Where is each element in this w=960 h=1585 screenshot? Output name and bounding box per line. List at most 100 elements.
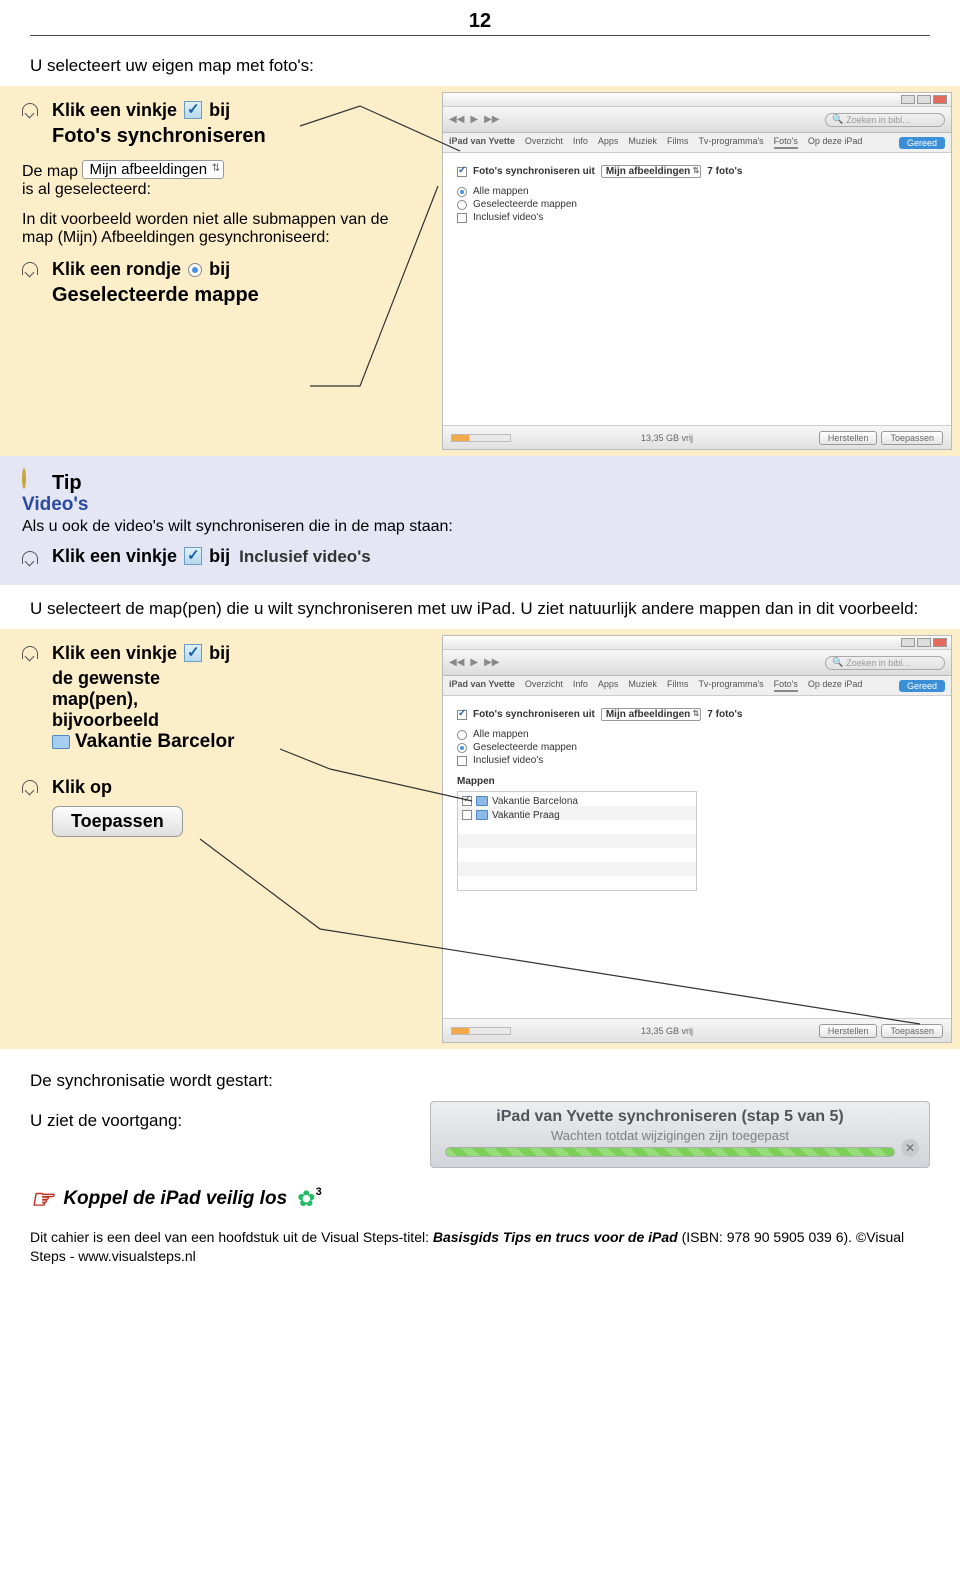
restore-button: Herstellen [819,1024,878,1038]
instr1-part-a: Klik een vinkje [52,100,177,120]
capacity-bar [451,434,511,442]
tab-fotos: Foto's [774,136,798,149]
ready-button: Gereed [899,680,945,692]
folder-name: Vakantie Barcelona [492,796,578,807]
instr2-part-b: bij [209,259,230,279]
opt-sel: Geselecteerde mappen [473,742,577,753]
folder-check [462,796,472,806]
folder-check [462,810,472,820]
section-mappen: Mappen [457,776,937,787]
device-name: iPad van Yvette [449,679,515,692]
radio-icon [188,263,202,277]
tab-info: Info [573,679,588,692]
mouse-click-icon [22,103,44,117]
radio-all-folders [457,187,467,197]
instruction-block-2: Klik een vinkje bij de gewenste map(pen)… [0,629,960,1049]
mouse-click-icon [22,262,44,276]
tab-films: Films [667,136,689,149]
window-min-button [901,95,915,104]
mouse-click-icon [22,646,44,660]
apply-button-inline: Toepassen [52,806,183,837]
apply-button: Toepassen [881,431,943,445]
tab-fotos: Foto's [774,679,798,692]
b2-line3: map(pen), [52,689,422,710]
sync-progress-panel: iPad van Yvette synchroniseren (stap 5 v… [430,1101,930,1168]
after-block2-text: De synchronisatie wordt gestart: [30,1071,930,1091]
b2-line1b: bij [209,643,230,663]
sync-source-dropdown: Mijn afbeeldingen [601,165,701,178]
sync-photos-checkbox [457,710,467,720]
folder-list: Vakantie Barcelona Vakantie Praag [457,791,697,891]
mid-paragraph: U selecteert de map(pen) die u wilt sync… [30,599,930,619]
tab-apps: Apps [598,679,619,692]
mouse-click-icon [22,551,44,565]
tip-instr-label: Inclusief video's [239,547,371,566]
final-instruction-row: ☞ Koppel de iPad veilig los ✿3 [30,1186,930,1212]
page-number: 12 [30,0,930,36]
sync-source-dropdown: Mijn afbeeldingen [601,708,701,721]
b2-line4: bijvoorbeeld [52,710,422,731]
tab-overzicht: Overzicht [525,679,563,692]
free-space: 13,35 GB vrij [519,433,815,443]
window-close-button [933,638,947,647]
progress-cancel-icon: ✕ [901,1139,919,1157]
playback-controls: ◀◀▶▶▶ [449,114,499,125]
footer-title: Basisgids Tips en trucs voor de iPad [433,1229,678,1245]
progress-left-text: U ziet de voortgang: [30,1101,430,1168]
radio-all-folders [457,730,467,740]
radio-selected-folders [457,743,467,753]
progress-row: U ziet de voortgang: iPad van Yvette syn… [30,1101,930,1168]
tab-films: Films [667,679,689,692]
checkbox-icon [184,547,202,565]
itunes-screenshot-2: ◀◀▶▶▶ 🔍Zoeken in bibl... iPad van Yvette… [442,635,952,1043]
tab-op-deze-ipad: Op deze iPad [808,679,863,692]
folder-icon [52,735,70,749]
tab-overzicht: Overzicht [525,136,563,149]
text-de-map: De map [22,163,78,180]
sync-photos-checkbox [457,167,467,177]
window-close-button [933,95,947,104]
window-max-button [917,638,931,647]
tab-tv: Tv-programma's [698,136,763,149]
mouse-click-icon [22,780,44,794]
b2-klik-op: Klik op [52,777,112,798]
footnote-ref: ✿3 [297,1186,322,1212]
dropdown-mijn-afbeeldingen: Mijn afbeeldingen [82,160,224,179]
tab-muziek: Muziek [628,136,657,149]
sync-label: Foto's synchroniseren uit [473,166,595,177]
window-titlebar [443,93,951,107]
playback-controls: ◀◀▶▶▶ [449,657,499,668]
pointing-hand-icon: ☞ [30,1186,53,1212]
tab-tv: Tv-programma's [698,679,763,692]
free-space: 13,35 GB vrij [519,1026,815,1036]
photo-count: 7 foto's [707,166,742,177]
sync-label: Foto's synchroniseren uit [473,709,595,720]
b2-line2: de gewenste [52,668,422,689]
opt-all: Alle mappen [473,186,529,197]
search-field: 🔍Zoeken in bibl... [825,656,945,670]
instr1-part-b: bij [209,100,230,120]
chk-include-videos [457,756,467,766]
tab-apps: Apps [598,136,619,149]
opt-all: Alle mappen [473,729,529,740]
folder-icon [476,810,488,820]
page-footer: Dit cahier is een deel van een hoofdstuk… [30,1228,930,1266]
window-min-button [901,638,915,647]
capacity-bar [451,1027,511,1035]
device-name: iPad van Yvette [449,136,515,149]
tip-body: Als u ook de video's wilt synchroniseren… [22,518,938,536]
apply-button: Toepassen [881,1024,943,1038]
opt-sel: Geselecteerde mappen [473,199,577,210]
instruction-block-1: Klik een vinkje bij Foto's synchronisere… [0,86,960,456]
progress-subtitle: Wachten totdat wijzigingen zijn toegepas… [445,1128,895,1143]
tip-title: Tip [52,472,82,495]
tab-muziek: Muziek [628,679,657,692]
tab-info: Info [573,136,588,149]
ready-button: Gereed [899,137,945,149]
folder-name: Vakantie Barcelor [75,731,234,753]
window-titlebar [443,636,951,650]
instr2-part-a: Klik een rondje [52,259,181,279]
itunes-screenshot-1: ◀◀▶▶▶ 🔍Zoeken in bibl... iPad van Yvette… [442,92,952,450]
folder-name: Vakantie Praag [492,810,560,821]
folder-icon [476,796,488,806]
